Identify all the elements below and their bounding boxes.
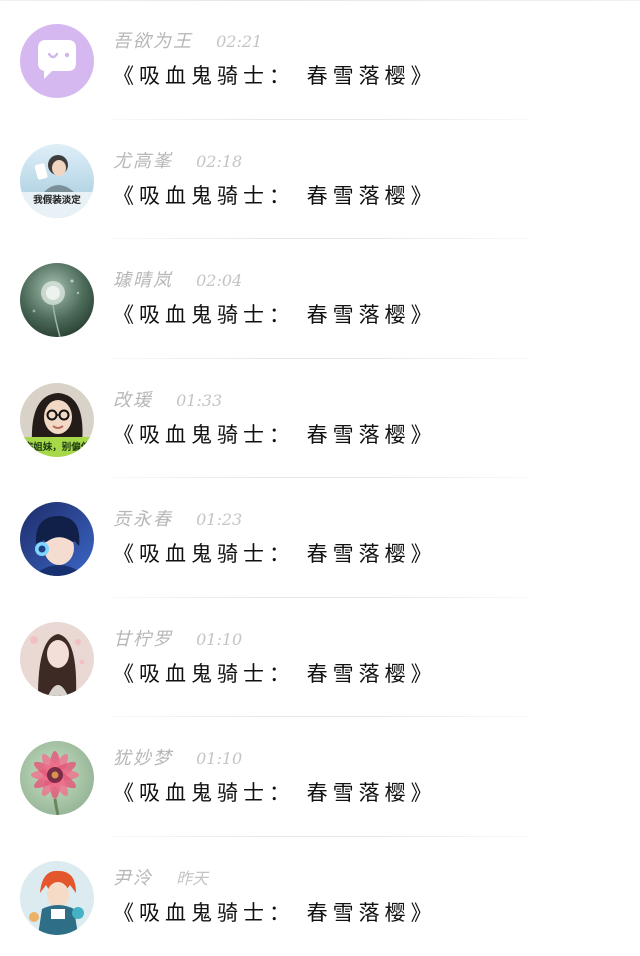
message-time: 昨天 (176, 869, 208, 888)
list-item[interactable]: 犹妙梦 01:10 《吸血鬼骑士： 春雪落樱》 (0, 717, 640, 837)
sender-name: 吾欲为王 (113, 31, 193, 52)
list-item[interactable]: 我假装淡定 尤高峯 02:18 《吸血鬼骑士： 春雪落樱》 (0, 120, 640, 240)
message-preview: 《吸血鬼骑士： 春雪落樱》 (113, 182, 437, 210)
anime-character-avatar (20, 861, 94, 935)
portrait-photo: 完姐妹，别偏偏 (20, 383, 94, 457)
sender-name: 璩晴岚 (113, 270, 173, 291)
avatar-caption: 我假装淡定 (33, 194, 81, 206)
avatar[interactable] (20, 502, 94, 576)
message-meta: 甘柠罗 01:10 (113, 628, 242, 652)
message-meta: 尤高峯 02:18 (113, 150, 242, 174)
sender-name: 犹妙梦 (113, 748, 173, 769)
message-time: 01:33 (176, 391, 222, 410)
illustrated-portrait (20, 622, 94, 696)
list-item[interactable]: 甘柠罗 01:10 《吸血鬼骑士： 春雪落樱》 (0, 598, 640, 718)
message-meta: 改瑗 01:33 (113, 389, 222, 413)
message-time: 02:21 (216, 32, 262, 51)
message-preview: 《吸血鬼骑士： 春雪落樱》 (113, 660, 437, 688)
message-time: 01:10 (196, 630, 242, 649)
message-meta: 尹泠 昨天 (113, 867, 208, 891)
message-time: 01:10 (196, 749, 242, 768)
message-time: 02:04 (196, 271, 242, 290)
sender-name: 贡永春 (113, 509, 173, 530)
list-item[interactable]: 贡永春 01:23 《吸血鬼骑士： 春雪落樱》 (0, 478, 640, 598)
message-time: 01:23 (196, 510, 242, 529)
message-meta: 吾欲为王 02:21 (113, 30, 262, 54)
avatar[interactable] (20, 263, 94, 337)
avatar[interactable]: 我假装淡定 (20, 144, 94, 218)
list-item[interactable]: 尹泠 昨天 《吸血鬼骑士： 春雪落樱》 (0, 837, 640, 956)
message-preview: 《吸血鬼骑士： 春雪落樱》 (113, 62, 437, 90)
message-preview: 《吸血鬼骑士： 春雪落樱》 (113, 899, 437, 927)
profile-photo: 我假装淡定 (20, 144, 94, 218)
sender-name: 尹泠 (113, 868, 153, 889)
message-preview: 《吸血鬼骑士： 春雪落樱》 (113, 779, 437, 807)
message-preview: 《吸血鬼骑士： 春雪落樱》 (113, 540, 437, 568)
message-time: 02:18 (196, 152, 242, 171)
avatar[interactable] (20, 741, 94, 815)
chat-bubble-icon (20, 24, 94, 98)
list-item[interactable]: 完姐妹，别偏偏 改瑗 01:33 《吸血鬼骑士： 春雪落樱》 (0, 359, 640, 479)
conversation-list: 吾欲为王 02:21 《吸血鬼骑士： 春雪落樱》 我假装淡定 (0, 0, 640, 956)
message-preview: 《吸血鬼骑士： 春雪落樱》 (113, 301, 437, 329)
anime-headphones-avatar (20, 502, 94, 576)
dandelion-photo (20, 263, 94, 337)
message-meta: 犹妙梦 01:10 (113, 747, 242, 771)
message-meta: 璩晴岚 02:04 (113, 269, 242, 293)
message-preview: 《吸血鬼骑士： 春雪落樱》 (113, 421, 437, 449)
avatar[interactable] (20, 24, 94, 98)
sender-name: 甘柠罗 (113, 629, 173, 650)
message-meta: 贡永春 01:23 (113, 508, 242, 532)
list-item[interactable]: 吾欲为王 02:21 《吸血鬼骑士： 春雪落樱》 (0, 0, 640, 120)
avatar[interactable] (20, 622, 94, 696)
sender-name: 改瑗 (113, 390, 153, 411)
avatar[interactable] (20, 861, 94, 935)
flower-photo (20, 741, 94, 815)
avatar[interactable]: 完姐妹，别偏偏 (20, 383, 94, 457)
sender-name: 尤高峯 (113, 151, 173, 172)
avatar-caption: 完姐妹，别偏偏 (24, 441, 91, 453)
list-item[interactable]: 璩晴岚 02:04 《吸血鬼骑士： 春雪落樱》 (0, 239, 640, 359)
